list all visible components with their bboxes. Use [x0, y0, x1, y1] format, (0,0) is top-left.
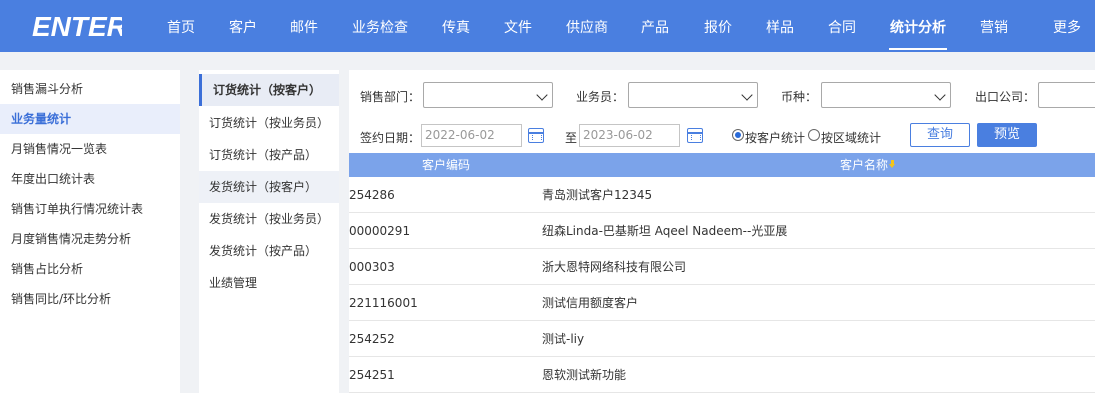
export-company-label: 出口公司：: [975, 90, 1036, 104]
salesman-label: 业务员：: [576, 90, 625, 104]
nav-item-contract[interactable]: 合同: [827, 0, 857, 52]
cell-name: 恩软测试新功能: [542, 368, 627, 382]
nav-item-statistics[interactable]: 统计分析: [889, 0, 947, 52]
chevron-down-icon: [741, 89, 753, 101]
tab-performance[interactable]: 业绩管理: [199, 267, 339, 299]
date-label: 签约日期：: [360, 131, 421, 145]
currency-label: 币种：: [781, 90, 818, 104]
cell-name: 青岛测试客户12345: [542, 188, 653, 202]
nav-item-product[interactable]: 产品: [640, 0, 670, 52]
header-divider: [0, 52, 1095, 70]
preview-button[interactable]: 预览: [977, 123, 1037, 147]
subnav-gutter: [339, 70, 349, 393]
salesman-select[interactable]: [628, 82, 758, 108]
sidebar-item-yoy-mom[interactable]: 销售同比/环比分析: [0, 284, 180, 314]
nav-label: 营销: [980, 20, 1008, 36]
cell-code: 000303: [349, 260, 395, 274]
tab-order-by-customer[interactable]: 订货统计（按客户）: [199, 74, 339, 106]
column-header-name[interactable]: 客户名称: [840, 153, 897, 177]
date-from-field[interactable]: 2022-06-02: [421, 124, 522, 147]
main-panel: 销售部门： 业务员： 币种： 出口公司： 签约日期： 2022-06-02 至 …: [349, 70, 1095, 393]
nav-item-mail[interactable]: 邮件: [289, 0, 319, 52]
cell-name: 浙大恩特网络科技有限公司: [542, 260, 687, 274]
cell-code: 00000291: [349, 224, 411, 238]
currency-select[interactable]: [821, 82, 951, 108]
sidebar: 销售漏斗分析 业务量统计 月销售情况一览表 年度出口统计表 销售订单执行情况统计…: [0, 70, 180, 393]
radio-by-customer[interactable]: [732, 129, 744, 141]
date-to-field[interactable]: 2023-06-02: [579, 124, 680, 147]
nav-item-marketing[interactable]: 营销: [979, 0, 1009, 52]
active-underline: [889, 48, 947, 50]
to-label: 至: [565, 131, 578, 145]
chevron-down-icon: [934, 89, 946, 101]
nav-label: 报价: [704, 20, 732, 36]
nav-item-supplier[interactable]: 供应商: [565, 0, 609, 52]
radio-by-customer-label[interactable]: 按客户统计: [745, 129, 805, 146]
top-navbar: ENTER 首页 客户 邮件 业务检查 传真 文件 供应商 产品 报价 样品 合…: [0, 0, 1095, 52]
table-row[interactable]: 221116001 测试信用额度客户: [349, 285, 1095, 321]
cell-name: 测试信用额度客户: [542, 296, 639, 310]
nav-label: 合同: [828, 20, 856, 36]
table-row[interactable]: 254252 测试-liy: [349, 321, 1095, 357]
radio-by-region-label[interactable]: 按区域统计: [821, 129, 881, 146]
nav-label: 文件: [504, 20, 532, 36]
chevron-down-icon: [536, 89, 548, 101]
table-row[interactable]: 00000291 纽森Linda-巴基斯坦 Aqeel Nadeem--光亚展: [349, 213, 1095, 249]
tab-order-by-product[interactable]: 订货统计（按产品）: [199, 139, 339, 171]
sidebar-gutter: [180, 70, 199, 393]
sidebar-item-sales-funnel[interactable]: 销售漏斗分析: [0, 74, 180, 104]
export-company-select[interactable]: [1038, 82, 1095, 108]
cell-code: 254286: [349, 188, 395, 202]
sidebar-item-business-volume[interactable]: 业务量统计: [0, 104, 180, 134]
nav-label: 业务检查: [352, 20, 408, 36]
nav-label: 客户: [229, 20, 257, 36]
nav-label: 首页: [167, 20, 195, 36]
nav-label: 统计分析: [890, 20, 946, 36]
cell-name: 纽森Linda-巴基斯坦 Aqeel Nadeem--光亚展: [542, 224, 788, 238]
tab-ship-by-customer[interactable]: 发货统计（按客户）: [199, 171, 339, 203]
table-header: 客户编码 客户名称: [349, 153, 1095, 177]
cell-name: 测试-liy: [542, 332, 585, 346]
tab-order-by-salesman[interactable]: 订货统计（按业务员）: [199, 107, 339, 139]
sidebar-item-order-execution[interactable]: 销售订单执行情况统计表: [0, 194, 180, 224]
nav-label: 更多: [1053, 20, 1081, 36]
enter-logo[interactable]: ENTER: [30, 8, 122, 44]
sub-nav: 订货统计（按客户） 订货统计（按业务员） 订货统计（按产品） 发货统计（按客户）…: [199, 70, 339, 393]
nav-item-business-check[interactable]: 业务检查: [351, 0, 409, 52]
calendar-icon[interactable]: [528, 128, 544, 143]
sidebar-item-monthly-trend[interactable]: 月度销售情况走势分析: [0, 224, 180, 254]
tab-ship-by-salesman[interactable]: 发货统计（按业务员）: [199, 203, 339, 235]
column-header-name-label: 客户名称: [840, 158, 889, 172]
nav-item-files[interactable]: 文件: [503, 0, 533, 52]
dept-select[interactable]: [423, 82, 553, 108]
nav-item-more[interactable]: 更多: [1052, 0, 1082, 52]
radio-by-region[interactable]: [808, 129, 820, 141]
cell-code: 254251: [349, 368, 395, 382]
nav-label: 样品: [766, 20, 794, 36]
nav-label: 邮件: [290, 20, 318, 36]
logo-text: ENTER: [32, 11, 122, 42]
nav-item-customer[interactable]: 客户: [228, 0, 258, 52]
nav-item-sample[interactable]: 样品: [765, 0, 795, 52]
nav-label: 产品: [641, 20, 669, 36]
cell-code: 221116001: [349, 296, 418, 310]
nav-item-fax[interactable]: 传真: [441, 0, 471, 52]
nav-label: 供应商: [566, 20, 608, 36]
tab-ship-by-product[interactable]: 发货统计（按产品）: [199, 235, 339, 267]
nav-label: 传真: [442, 20, 470, 36]
cell-code: 254252: [349, 332, 395, 346]
table-row[interactable]: 254286 青岛测试客户12345: [349, 177, 1095, 213]
table-row[interactable]: 254251 恩软测试新功能: [349, 357, 1095, 393]
column-header-code[interactable]: 客户编码: [422, 153, 470, 177]
sort-arrow-icon[interactable]: [889, 160, 897, 169]
sidebar-item-monthly-sales[interactable]: 月销售情况一览表: [0, 134, 180, 164]
nav-item-quote[interactable]: 报价: [703, 0, 733, 52]
calendar-icon[interactable]: [687, 128, 703, 143]
nav-item-home[interactable]: 首页: [166, 0, 196, 52]
table-row[interactable]: 000303 浙大恩特网络科技有限公司: [349, 249, 1095, 285]
sidebar-item-annual-export[interactable]: 年度出口统计表: [0, 164, 180, 194]
dept-label: 销售部门：: [360, 90, 421, 104]
query-button[interactable]: 查询: [910, 123, 970, 147]
sidebar-item-sales-share[interactable]: 销售占比分析: [0, 254, 180, 284]
